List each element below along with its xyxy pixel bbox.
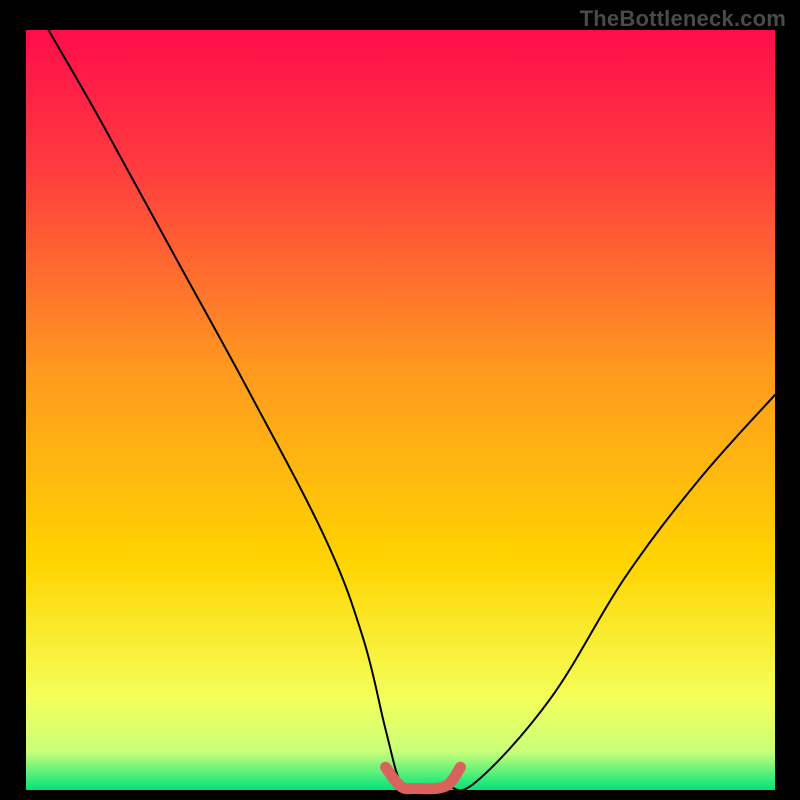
watermark-text: TheBottleneck.com xyxy=(580,6,786,32)
plot-background xyxy=(26,30,775,790)
chart-frame: TheBottleneck.com xyxy=(0,0,800,800)
chart-svg xyxy=(0,0,800,800)
